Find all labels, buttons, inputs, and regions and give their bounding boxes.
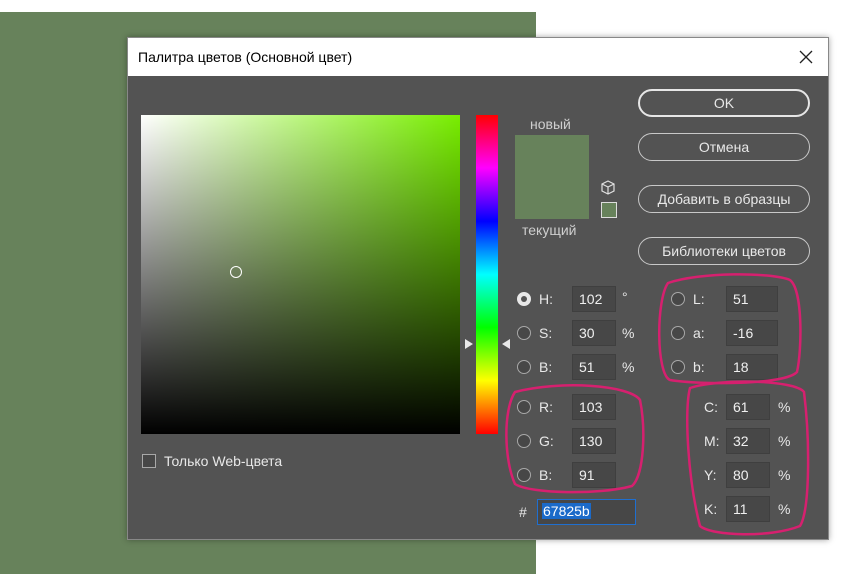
hex-value: 67825b [542,503,591,519]
lab-l-input[interactable]: 51 [726,286,778,312]
green-input[interactable]: 130 [572,428,616,454]
hue-slider-left-arrow-icon[interactable] [465,339,473,349]
black-unit: % [778,501,791,517]
lab-l-radio[interactable] [671,292,685,306]
hue-radio[interactable] [517,292,531,306]
lab-b-input[interactable]: 18 [726,354,778,380]
color-picker-dialog: Палитра цветов (Основной цвет) новый тек… [127,37,829,540]
current-color-swatch[interactable] [515,177,589,219]
brightness-unit: % [622,359,635,375]
ok-button[interactable]: OK [638,89,810,117]
lab-a-label: a: [693,325,705,341]
title-bar: Палитра цветов (Основной цвет) [128,38,828,76]
cyan-input[interactable]: 61 [726,394,770,420]
magenta-label: M: [704,433,720,449]
color-libraries-button[interactable]: Библиотеки цветов [638,237,810,265]
hex-input[interactable]: 67825b [537,499,636,525]
green-label: G: [539,433,554,449]
saturation-radio[interactable] [517,326,531,340]
red-label: R: [539,399,553,415]
cancel-button[interactable]: Отмена [638,133,810,161]
blue-input[interactable]: 91 [572,462,616,488]
add-to-swatches-button[interactable]: Добавить в образцы [638,185,810,213]
yellow-unit: % [778,467,791,483]
lab-l-label: L: [693,291,705,307]
lab-b-label: b: [693,359,705,375]
magenta-unit: % [778,433,791,449]
web-colors-only-checkbox[interactable] [142,454,156,468]
red-radio[interactable] [517,400,531,414]
black-label: K: [704,501,718,517]
yellow-input[interactable]: 80 [726,462,770,488]
color-picker-marker[interactable] [230,266,242,278]
close-button[interactable] [784,38,828,76]
hue-label: H: [539,291,553,307]
web-colors-only-label: Только Web-цвета [164,453,283,469]
cyan-unit: % [778,399,791,415]
web-safe-swatch[interactable] [601,202,617,218]
hue-input[interactable]: 102 [572,286,616,312]
brightness-radio[interactable] [517,360,531,374]
dialog-title: Палитра цветов (Основной цвет) [138,49,353,65]
black-input[interactable]: 11 [726,496,770,522]
new-color-swatch [515,135,589,177]
brightness-label: B: [539,359,553,375]
lab-a-radio[interactable] [671,326,685,340]
current-color-label: текущий [522,222,577,238]
blue-label: B: [539,467,553,483]
magenta-input[interactable]: 32 [726,428,770,454]
cyan-label: C: [704,399,718,415]
hue-slider-right-arrow-icon[interactable] [502,339,510,349]
blue-radio[interactable] [517,468,531,482]
hex-symbol: # [519,504,527,520]
hue-unit: ° [622,289,628,305]
saturation-unit: % [622,325,635,341]
close-icon [799,50,813,64]
lab-a-input[interactable]: -16 [726,320,778,346]
saturation-input[interactable]: 30 [572,320,616,346]
new-color-label: новый [530,116,571,132]
brightness-input[interactable]: 51 [572,354,616,380]
lab-b-radio[interactable] [671,360,685,374]
dialog-content: новый текущий OK Отмена Добавить в образ… [128,76,828,539]
green-radio[interactable] [517,434,531,448]
saturation-brightness-field[interactable] [141,115,460,434]
out-of-gamut-cube-icon[interactable] [601,180,615,196]
saturation-label: S: [539,325,553,341]
yellow-label: Y: [704,467,717,483]
red-input[interactable]: 103 [572,394,616,420]
hue-slider[interactable] [476,115,498,434]
